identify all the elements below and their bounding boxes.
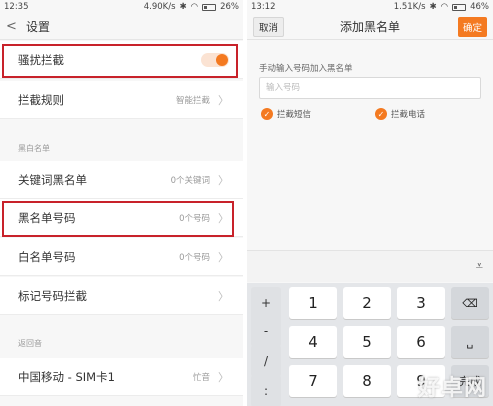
space-key[interactable]: ␣ [451,326,489,358]
keyword-blacklist-label: 关键词黑名单 [18,172,87,187]
whitelist-numbers-value: 0个号码 [179,252,210,263]
battery-icon [452,3,467,11]
bluetooth-icon: ✱ [429,2,437,12]
backspace-key[interactable]: ⌫ [451,287,489,319]
chevron-right-icon: 〉 [218,173,229,187]
status-battery: 46% [470,2,489,12]
status-speed: 4.90K/s [143,2,176,12]
key-7[interactable]: 7 [289,365,337,397]
intercept-rules-row[interactable]: 拦截规则 智能拦截 〉 [0,81,243,119]
blacklist-numbers-value: 0个号码 [179,213,210,224]
status-bar: 13:12 1.51K/s ✱ ◠ 46% [247,0,493,14]
page-title: 设置 [26,20,51,34]
intercept-rules-label: 拦截规则 [18,92,64,107]
status-bar: 12:35 4.90K/s ✱ ◠ 26% [0,0,243,14]
harass-intercept-label: 骚扰拦截 [18,52,64,67]
sim-label: 中国移动 - SIM卡1 [18,369,115,384]
intercept-call-label: 拦截电话 [391,110,426,120]
sim-return-tone-row[interactable]: 中国移动 - SIM卡1 忙音 〉 [0,358,243,396]
key-4[interactable]: 4 [289,326,337,358]
sim-value: 忙音 [192,372,210,383]
intercept-sms-label: 拦截短信 [277,110,312,120]
marked-numbers-row[interactable]: 标记号码拦截 〉 [0,277,243,315]
keyboard-toolbar: ⩡ [247,250,493,282]
battery-icon [202,3,217,11]
section-blackwhite: 黑白名单 [18,144,50,153]
blacklist-numbers-label: 黑名单号码 [18,210,76,225]
chevron-right-icon: 〉 [218,250,229,264]
key-8[interactable]: 8 [343,365,391,397]
watermark-logo: 好卓网 [417,376,487,401]
section-return-tone: 返回音 [18,339,42,348]
intercept-sms-checkbox[interactable]: ✓ 拦截短信 [261,108,311,120]
status-battery: 26% [220,2,239,12]
check-icon: ✓ [261,108,273,120]
add-blacklist-screen: 13:12 1.51K/s ✱ ◠ 46% 取消 添加黑名单 确定 手动输入号码… [247,0,493,406]
space-icon: ␣ [466,335,474,349]
check-icon: ✓ [375,108,387,120]
backspace-icon: ⌫ [462,296,478,310]
wifi-icon: ◠ [440,2,449,12]
key-colon[interactable]: : [251,375,281,406]
intercept-call-checkbox[interactable]: ✓ 拦截电话 [375,108,425,120]
status-time: 12:35 [4,2,29,12]
chevron-right-icon: 〉 [218,289,229,303]
settings-header: < 设置 [0,14,243,40]
hide-keyboard-icon[interactable]: ⩡ [476,259,483,274]
toggle-knob [216,53,228,66]
keyword-blacklist-row[interactable]: 关键词黑名单 0个关键词 〉 [0,161,243,199]
whitelist-numbers-label: 白名单号码 [18,249,76,264]
add-blacklist-header: 取消 添加黑名单 确定 [247,14,493,40]
settings-screen: 12:35 4.90K/s ✱ ◠ 26% < 设置 骚扰拦截 拦截规则 智能拦… [0,0,243,406]
harass-intercept-toggle[interactable] [201,52,229,67]
bluetooth-icon: ✱ [179,2,187,12]
input-hint: 手动输入号码加入黑名单 [259,64,353,74]
key-1[interactable]: 1 [289,287,337,319]
blacklist-numbers-row[interactable]: 黑名单号码 0个号码 〉 [0,199,243,237]
key-minus[interactable]: - [251,315,281,347]
intercept-rules-value: 智能拦截 [175,95,210,106]
whitelist-numbers-row[interactable]: 白名单号码 0个号码 〉 [0,238,243,276]
wifi-icon: ◠ [190,2,199,12]
status-time: 13:12 [251,2,276,12]
confirm-button[interactable]: 确定 [457,16,487,37]
chevron-right-icon: 〉 [218,370,229,384]
key-slash[interactable]: / [251,345,281,377]
key-6[interactable]: 6 [397,326,445,358]
phone-number-input[interactable] [259,77,481,99]
chevron-right-icon: 〉 [218,93,229,107]
chevron-right-icon: 〉 [218,211,229,225]
key-5[interactable]: 5 [343,326,391,358]
keyword-blacklist-value: 0个关键词 [170,175,210,186]
cancel-button[interactable]: 取消 [253,16,285,37]
back-icon[interactable]: < [6,19,20,34]
status-speed: 1.51K/s [393,2,426,12]
key-3[interactable]: 3 [397,287,445,319]
key-2[interactable]: 2 [343,287,391,319]
harass-intercept-row[interactable]: 骚扰拦截 [0,41,243,79]
marked-numbers-label: 标记号码拦截 [18,288,87,303]
